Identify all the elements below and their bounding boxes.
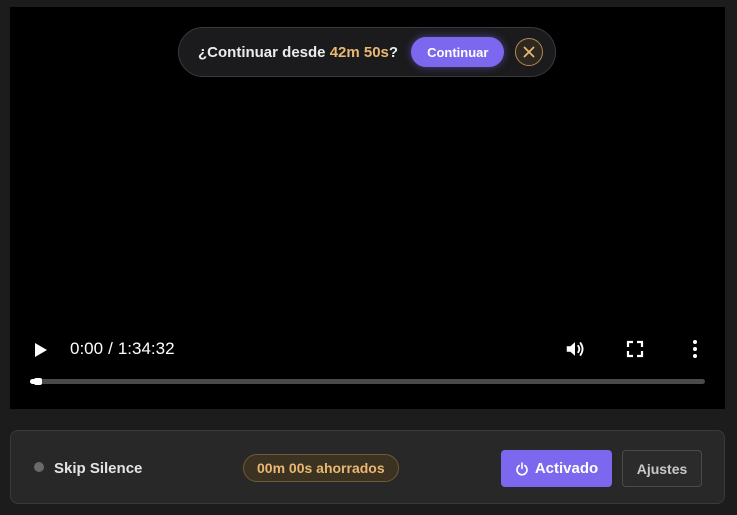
time-saved-badge: 00m 00s ahorrados (243, 454, 399, 482)
resume-prompt: ¿Continuar desde 42m 50s? Continuar (178, 27, 556, 77)
resume-prefix: ¿Continuar desde (198, 43, 330, 61)
current-time: 0:00 (70, 339, 104, 358)
time-display: 0:00/1:34:32 (70, 339, 175, 359)
volume-icon[interactable] (564, 338, 586, 360)
resume-prompt-text: ¿Continuar desde 42m 50s? (198, 44, 398, 61)
more-options-icon[interactable] (691, 339, 699, 359)
progress-bar[interactable] (30, 378, 705, 385)
fullscreen-icon[interactable] (626, 340, 644, 358)
close-icon (524, 46, 535, 58)
close-resume-button[interactable] (515, 38, 544, 66)
skip-silence-panel: Skip Silence 00m 00s ahorrados Activado … (10, 430, 725, 504)
settings-button[interactable]: Ajustes (622, 450, 702, 487)
duration: 1:34:32 (117, 339, 175, 358)
activate-label: Activado (534, 460, 599, 477)
continue-button[interactable]: Continuar (411, 37, 505, 67)
panel-title: Skip Silence (54, 460, 143, 477)
activate-button[interactable]: Activado (501, 450, 612, 487)
time-separator: / (108, 339, 113, 358)
status-indicator (34, 462, 44, 472)
resume-suffix: ? (388, 43, 399, 61)
resume-time: 42m 50s (329, 43, 389, 61)
video-controls: 0:00/1:34:32 (10, 334, 725, 364)
progress-thumb[interactable] (34, 378, 42, 385)
power-icon (516, 461, 528, 476)
play-icon[interactable] (34, 342, 48, 358)
